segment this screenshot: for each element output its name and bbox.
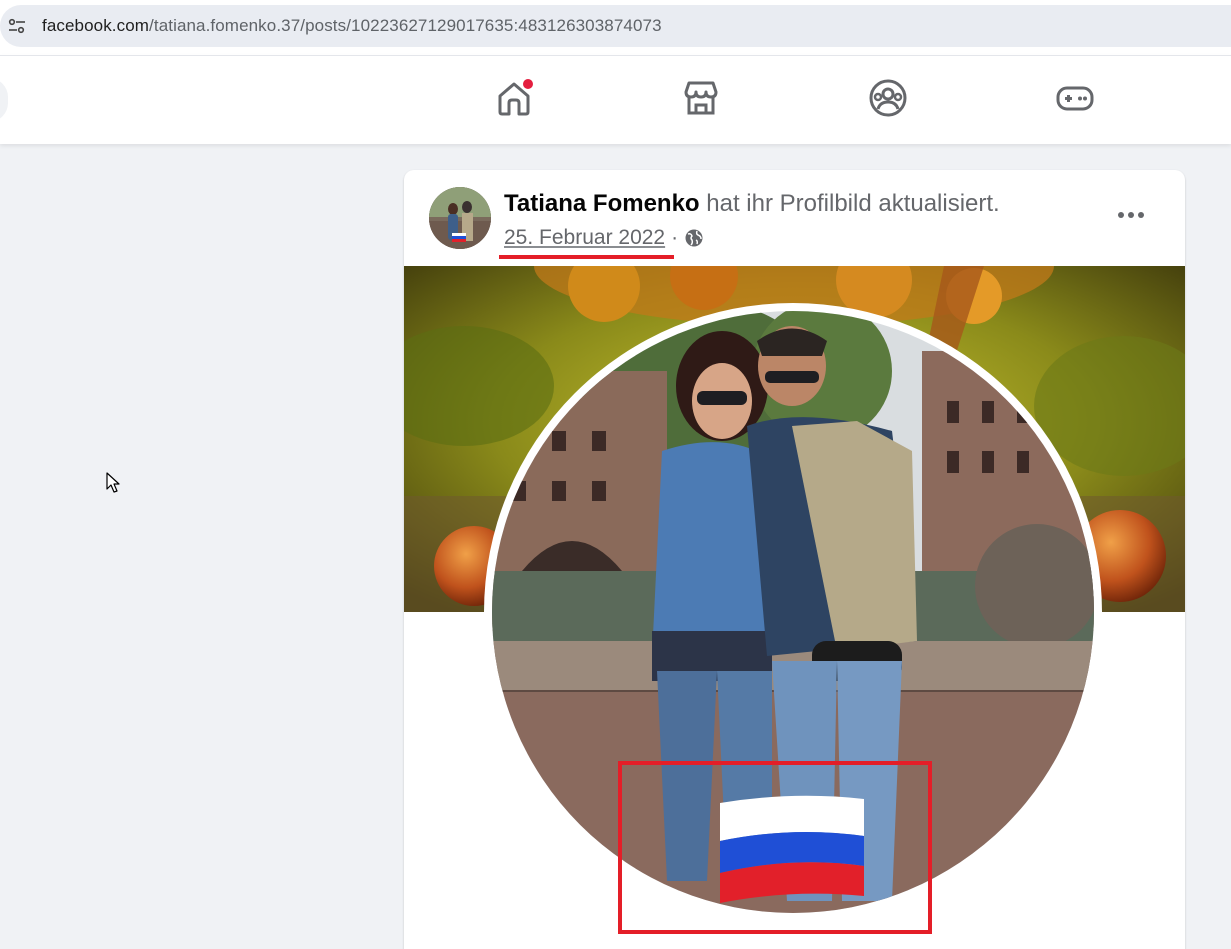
address-bar[interactable]: facebook.com/tatiana.fomenko.37/posts/10… xyxy=(0,5,1231,47)
more-options-button[interactable] xyxy=(1113,200,1149,232)
author-name[interactable]: Tatiana Fomenko xyxy=(504,190,700,217)
post-header: Tatiana Fomenko hat ihr Profilbild aktua… xyxy=(504,190,1000,218)
facebook-top-nav xyxy=(0,55,1231,144)
tune-icon[interactable] xyxy=(0,9,34,43)
meta-separator: · xyxy=(671,226,679,249)
browser-toolbar: facebook.com/tatiana.fomenko.37/posts/10… xyxy=(0,0,1231,55)
post-action-text: hat ihr Profilbild aktualisiert. xyxy=(706,190,1000,217)
gaming-icon xyxy=(1055,78,1095,123)
marketplace-icon xyxy=(681,78,721,123)
search-box-edge[interactable] xyxy=(0,78,8,122)
notification-dot xyxy=(522,78,534,90)
nav-marketplace[interactable] xyxy=(679,78,723,122)
date-highlight-underline xyxy=(499,255,674,259)
url-path: /tatiana.fomenko.37/posts/10223627129017… xyxy=(149,16,662,35)
more-horizontal-icon xyxy=(1116,207,1146,225)
flag-highlight-box xyxy=(618,761,932,934)
nav-home[interactable] xyxy=(492,78,536,122)
nav-gaming[interactable] xyxy=(1053,78,1097,122)
post-date-link[interactable]: 25. Februar 2022 xyxy=(504,226,665,250)
mouse-cursor-icon xyxy=(106,472,122,494)
post-meta: 25. Februar 2022 · xyxy=(504,226,704,250)
url-text[interactable]: facebook.com/tatiana.fomenko.37/posts/10… xyxy=(42,16,662,36)
url-host: facebook.com xyxy=(42,16,150,35)
post-card: Tatiana Fomenko hat ihr Profilbild aktua… xyxy=(404,170,1185,949)
groups-icon xyxy=(868,78,908,123)
globe-icon[interactable] xyxy=(684,228,704,248)
nav-groups[interactable] xyxy=(866,78,910,122)
author-avatar[interactable] xyxy=(429,187,491,249)
